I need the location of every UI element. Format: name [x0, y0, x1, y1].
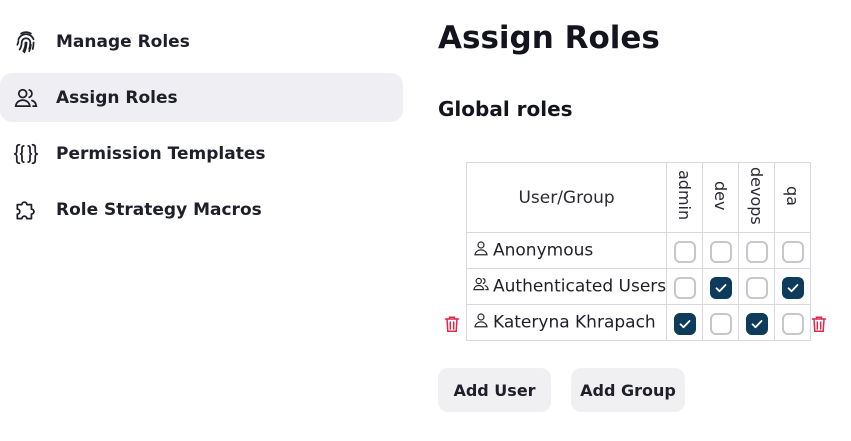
- role-checkbox-devops[interactable]: [745, 276, 768, 299]
- users-icon: [13, 85, 39, 111]
- role-header-admin: admin: [666, 162, 704, 233]
- fingerprint-icon: [13, 29, 39, 55]
- sidebar-item-manage-roles[interactable]: Manage Roles: [0, 17, 403, 66]
- global-roles-table: User/Group admin dev devops qa Anonymous…: [465, 162, 812, 341]
- role-label: admin: [675, 170, 695, 221]
- group-icon: [472, 275, 490, 298]
- role-checkbox-admin[interactable]: [673, 240, 696, 263]
- role-label: dev: [711, 180, 731, 211]
- delete-row-right-icon[interactable]: [811, 315, 827, 333]
- page-title: Assign Roles: [438, 20, 660, 56]
- add-user-button[interactable]: Add User: [438, 368, 551, 412]
- table-row: Anonymous: [465, 232, 812, 269]
- role-header-qa: qa: [774, 162, 812, 233]
- role-cell: [738, 268, 776, 305]
- role-cell: [774, 232, 812, 269]
- user-group-cell: Anonymous: [465, 232, 668, 269]
- add-group-button[interactable]: Add Group: [571, 368, 685, 412]
- sidebar: Manage Roles Assign Roles Permission Tem…: [0, 17, 403, 241]
- role-checkbox-admin[interactable]: [673, 276, 696, 299]
- role-cell: [702, 232, 740, 269]
- role-header-devops: devops: [738, 162, 776, 233]
- user-group-cell: Authenticated Users: [465, 268, 668, 305]
- sidebar-item-permission-templates[interactable]: Permission Templates: [0, 129, 403, 178]
- braces-icon: [13, 141, 39, 167]
- role-checkbox-devops[interactable]: [745, 312, 768, 335]
- role-checkbox-qa[interactable]: [781, 276, 804, 299]
- table-row: Authenticated Users: [465, 268, 812, 305]
- role-cell: [702, 304, 740, 341]
- role-checkbox-qa[interactable]: [781, 312, 804, 335]
- role-header-dev: dev: [702, 162, 740, 233]
- role-cell: [666, 232, 704, 269]
- sidebar-item-label: Assign Roles: [56, 87, 178, 108]
- role-checkbox-dev[interactable]: [709, 312, 732, 335]
- role-cell: [774, 268, 812, 305]
- role-cell: [738, 232, 776, 269]
- role-cell: [666, 268, 704, 305]
- sidebar-item-role-strategy-macros[interactable]: Role Strategy Macros: [0, 185, 403, 234]
- role-cell: [774, 304, 812, 341]
- sidebar-item-assign-roles[interactable]: Assign Roles: [0, 73, 403, 122]
- role-label: devops: [747, 166, 767, 225]
- role-cell: [702, 268, 740, 305]
- role-checkbox-admin[interactable]: [673, 312, 696, 335]
- user-group-cell: Kateryna Khrapach: [465, 304, 668, 341]
- role-checkbox-qa[interactable]: [781, 240, 804, 263]
- role-checkbox-dev[interactable]: [709, 240, 732, 263]
- puzzle-icon: [13, 197, 39, 223]
- section-title: Global roles: [438, 97, 573, 121]
- role-cell: [666, 304, 704, 341]
- role-checkbox-devops[interactable]: [745, 240, 768, 263]
- user-group-name: Kateryna Khrapach: [493, 312, 656, 333]
- sidebar-item-label: Role Strategy Macros: [56, 199, 262, 220]
- user-group-name: Authenticated Users: [493, 276, 667, 297]
- user-group-name: Anonymous: [493, 240, 594, 261]
- role-cell: [738, 304, 776, 341]
- user-icon: [472, 239, 490, 262]
- delete-row-left-icon[interactable]: [444, 315, 460, 333]
- sidebar-item-label: Permission Templates: [56, 143, 266, 164]
- user-group-header: User/Group: [465, 162, 668, 233]
- role-checkbox-dev[interactable]: [709, 276, 732, 299]
- sidebar-item-label: Manage Roles: [56, 31, 190, 52]
- role-label: qa: [783, 185, 803, 206]
- table-row: Kateryna Khrapach: [465, 304, 812, 341]
- user-icon: [472, 311, 490, 334]
